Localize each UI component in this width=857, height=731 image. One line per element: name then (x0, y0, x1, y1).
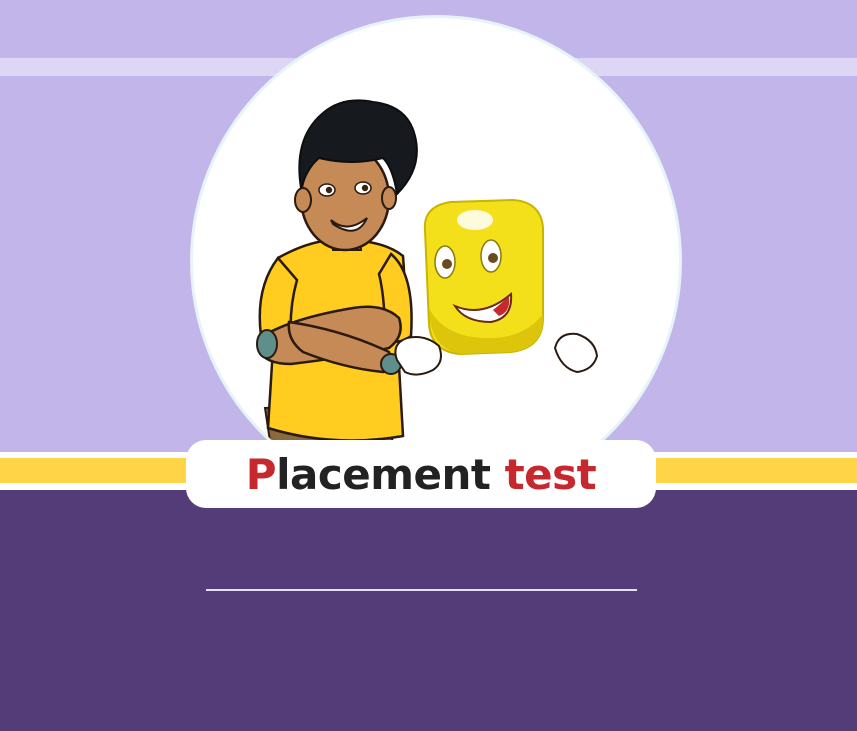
title-middle: lacement (276, 449, 505, 499)
yellow-mascot-character (394, 198, 599, 376)
page-title: Placement test (245, 449, 597, 499)
title-first-letter: P (245, 449, 277, 499)
hero-circle (190, 15, 682, 507)
placement-test-cover: Placement test (0, 0, 857, 731)
name-line (206, 589, 637, 591)
title-last-word: test (504, 449, 597, 499)
hero-illustration (256, 99, 599, 449)
boy-character (256, 99, 418, 449)
title-banner: Placement test (186, 440, 656, 508)
